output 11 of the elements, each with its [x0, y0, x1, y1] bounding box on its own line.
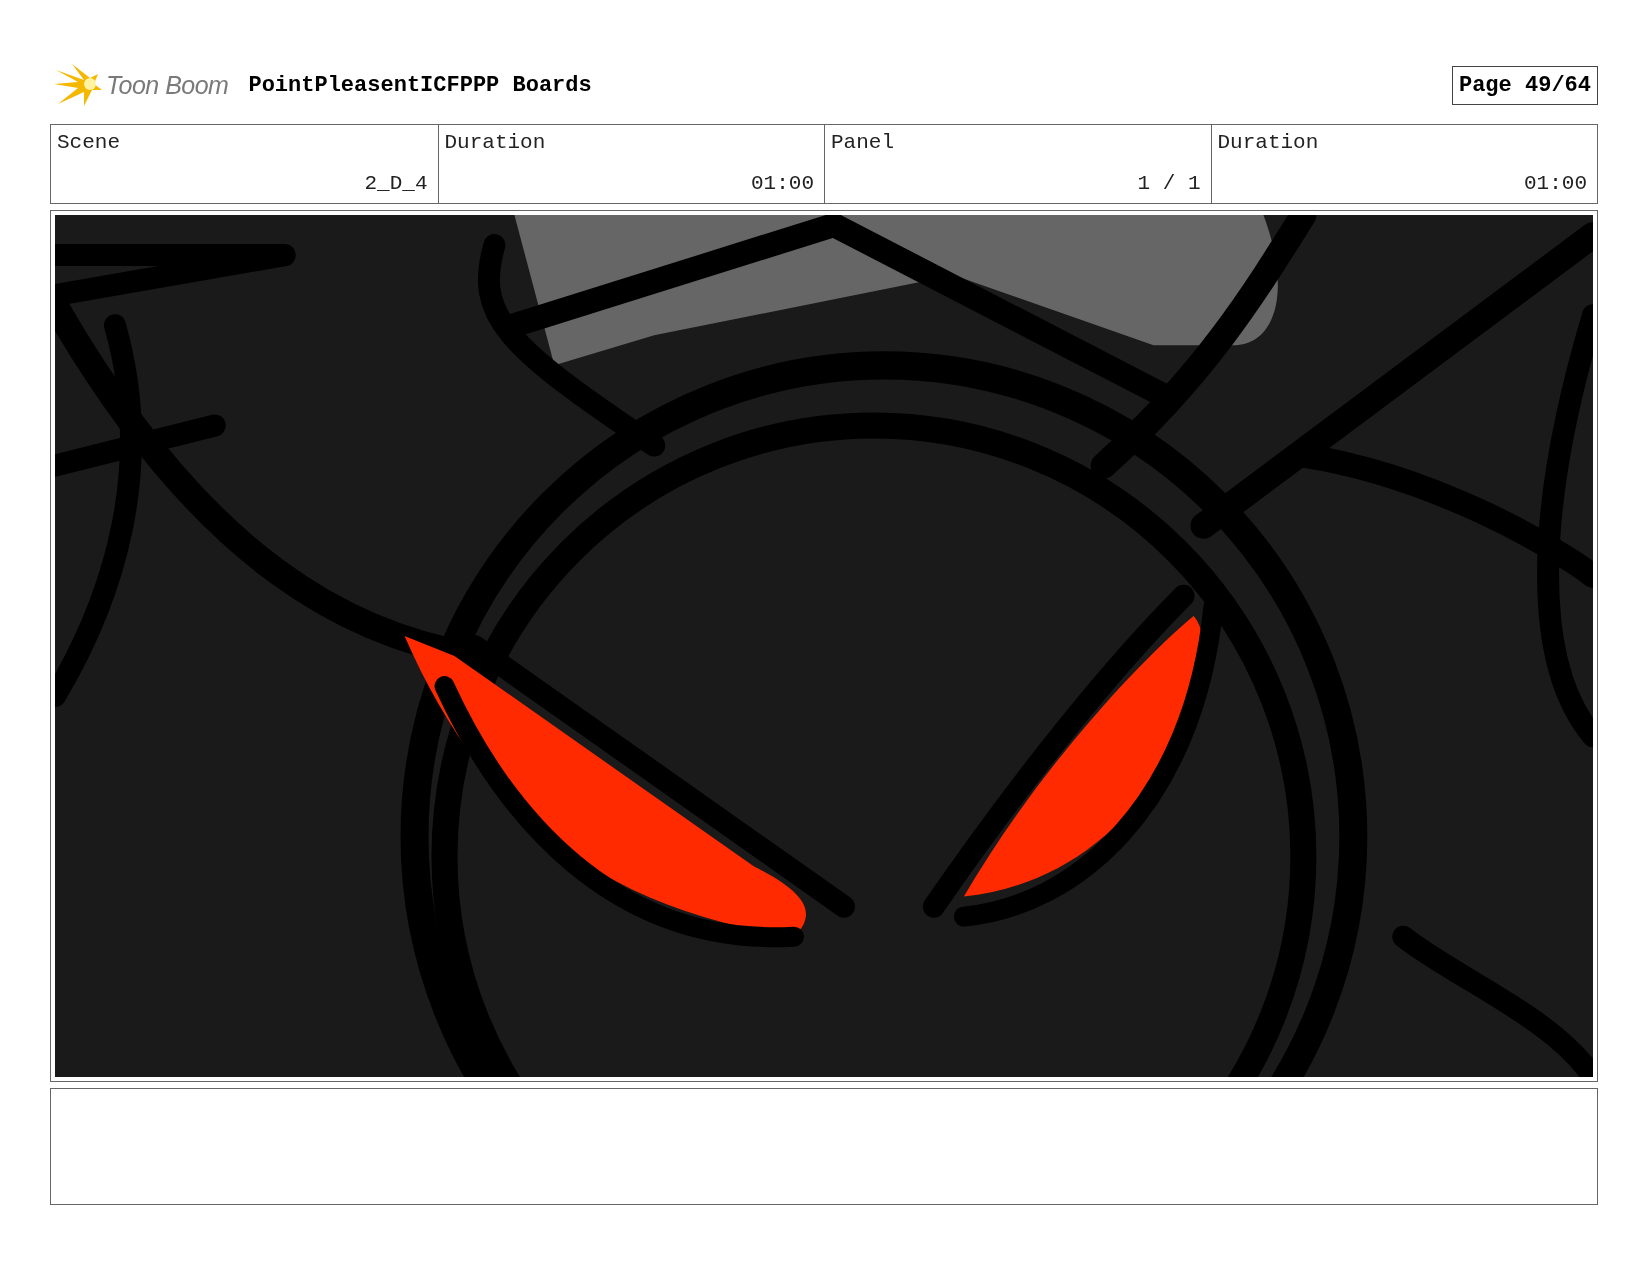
table-cell-text: 01:00	[750, 172, 814, 195]
logo-text: Toon Boom	[106, 70, 229, 100]
column-header: Duration	[444, 131, 547, 154]
column-header: Scene	[57, 131, 121, 154]
table-cell-text: 2_D_4	[363, 172, 428, 195]
board-title: PointPleasentICFPPP Boards	[248, 72, 593, 98]
column-header: Panel	[831, 131, 895, 154]
column-header: Duration	[1217, 131, 1320, 154]
table-cell-text: 1 / 1	[1136, 172, 1201, 195]
page-number: Page 49/64	[1451, 65, 1598, 105]
table-cell-text: 01:00	[1523, 172, 1587, 195]
